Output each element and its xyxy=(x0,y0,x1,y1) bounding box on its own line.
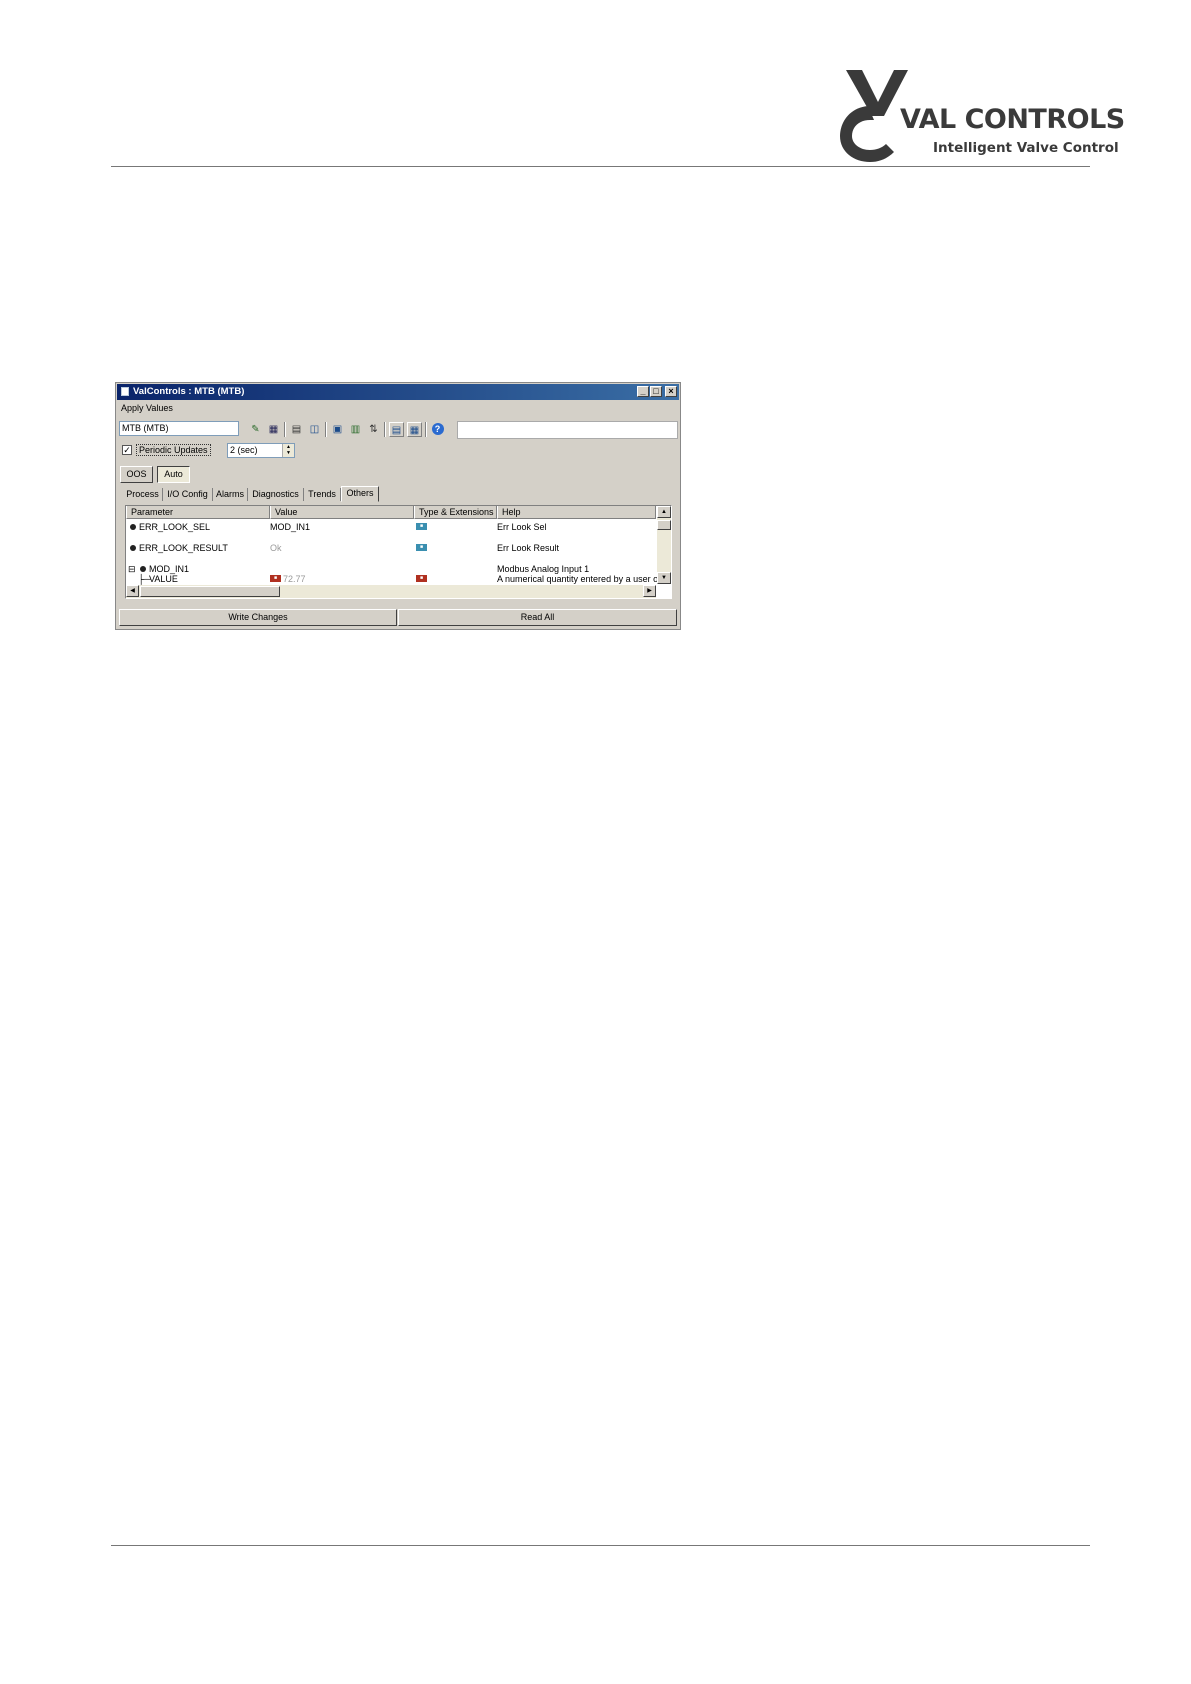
logo-brand-text: VAL CONTROLS xyxy=(900,104,1125,135)
write-changes-button[interactable]: Write Changes xyxy=(119,609,397,626)
calendar-icon[interactable]: ▤ xyxy=(289,422,304,437)
toolbar-separator xyxy=(425,422,427,437)
row-value: Ok xyxy=(270,543,282,553)
sort-icon[interactable]: ⇅ xyxy=(366,422,381,437)
parameter-bullet-icon xyxy=(130,545,136,551)
hscroll-thumb[interactable] xyxy=(140,586,280,597)
window-titlebar[interactable]: ValControls : MTB (MTB) _ □ × xyxy=(117,384,679,400)
list-view-icon[interactable]: ▤ xyxy=(389,422,404,437)
valcontrols-window: ValControls : MTB (MTB) _ □ × Apply Valu… xyxy=(115,382,681,630)
minimize-icon[interactable]: _ xyxy=(637,386,649,397)
row-value[interactable]: MOD_IN1 xyxy=(270,521,310,533)
horizontal-scrollbar[interactable]: ◀ ▶ xyxy=(126,585,656,598)
row-value[interactable]: 72.77 xyxy=(283,573,306,585)
toolbar-separator xyxy=(284,422,286,437)
val-controls-logo: VAL CONTROLS Intelligent Valve Control xyxy=(840,68,1125,164)
close-icon[interactable]: × xyxy=(665,386,677,397)
col-parameter[interactable]: Parameter xyxy=(126,506,270,519)
tab-io-config[interactable]: I/O Config xyxy=(163,488,213,501)
periodic-updates-checkbox[interactable]: ✓ xyxy=(122,445,132,455)
vertical-scrollbar[interactable]: ▲ ▼ xyxy=(657,506,671,584)
tab-alarms[interactable]: Alarms xyxy=(213,488,248,501)
tab-trends[interactable]: Trends xyxy=(304,488,341,501)
footer-divider xyxy=(111,1545,1090,1546)
maximize-icon[interactable]: □ xyxy=(650,386,662,397)
row-help: A numerical quantity entered by a user o… xyxy=(497,574,662,584)
row-parameter: ERR_LOOK_SEL xyxy=(139,522,211,532)
monitor-icon[interactable]: ▣ xyxy=(330,422,345,437)
scroll-down-icon[interactable]: ▼ xyxy=(657,572,671,584)
extension-badge-icon[interactable]: ■ xyxy=(416,544,427,551)
tab-process[interactable]: Process xyxy=(123,488,163,501)
row-help: Err Look Result xyxy=(497,543,560,553)
table-row[interactable]: ERR_LOOK_SEL MOD_IN1 ■ Err Look Sel xyxy=(126,521,656,533)
status-badge-icon: ■ xyxy=(270,575,281,582)
chart-icon[interactable]: ◫ xyxy=(307,422,322,437)
parameter-bullet-icon xyxy=(130,524,136,530)
toolbar-separator xyxy=(325,422,327,437)
interval-value: 2 (sec) xyxy=(230,445,258,455)
grid-icon[interactable]: ▦ xyxy=(266,422,281,437)
col-help[interactable]: Help xyxy=(497,506,656,519)
tab-strip: Process I/O Config Alarms Diagnostics Tr… xyxy=(123,486,672,502)
row-parameter: VALUE xyxy=(149,574,178,584)
auto-button[interactable]: Auto xyxy=(157,466,190,483)
oos-button[interactable]: OOS xyxy=(120,466,153,483)
header-divider xyxy=(111,166,1090,167)
edit-icon[interactable]: ✎ xyxy=(248,422,263,437)
detail-view-icon[interactable]: ▦ xyxy=(407,422,422,437)
app-icon xyxy=(121,387,129,396)
toolbar: MTB (MTB) ✎ ▦ ▤ ◫ ▣ ▥ ⇅ ▤ ▦ ? xyxy=(117,419,679,441)
tab-others[interactable]: Others xyxy=(341,486,379,502)
extension-badge-icon[interactable]: ■ xyxy=(416,575,427,582)
periodic-updates-label[interactable]: Periodic Updates xyxy=(136,444,211,456)
parameter-grid: Parameter Value Type & Extensions Help E… xyxy=(125,505,672,599)
read-all-button[interactable]: Read All xyxy=(398,609,677,626)
grid-header: Parameter Value Type & Extensions Help xyxy=(126,506,656,519)
table-row[interactable]: ERR_LOOK_RESULT Ok ■ Err Look Result xyxy=(126,542,656,554)
menu-apply-values[interactable]: Apply Values xyxy=(121,403,173,413)
col-type-extensions[interactable]: Type & Extensions xyxy=(414,506,497,519)
scroll-thumb[interactable] xyxy=(657,520,671,530)
row-help: Err Look Sel xyxy=(497,522,547,532)
window-title: ValControls : MTB (MTB) xyxy=(133,386,245,397)
toolbar-blank-area xyxy=(457,421,678,439)
scroll-up-icon[interactable]: ▲ xyxy=(657,506,671,518)
toolbar-separator xyxy=(384,422,386,437)
interval-spinner[interactable]: 2 (sec) ▲ ▼ xyxy=(227,443,295,458)
device-field[interactable]: MTB (MTB) xyxy=(119,421,239,436)
logo-tagline: Intelligent Valve Control xyxy=(933,140,1119,156)
help-icon[interactable]: ? xyxy=(430,422,445,437)
row-parameter: ERR_LOOK_RESULT xyxy=(139,543,228,553)
tab-diagnostics[interactable]: Diagnostics xyxy=(248,488,304,501)
scroll-right-icon[interactable]: ▶ xyxy=(643,585,656,597)
col-value[interactable]: Value xyxy=(270,506,414,519)
scroll-left-icon[interactable]: ◀ xyxy=(126,585,139,597)
table-row[interactable]: ├─ VALUE ■ 72.77 ■ A numerical quantity … xyxy=(126,573,661,585)
extension-badge-icon[interactable]: ■ xyxy=(416,523,427,530)
spinner-arrows-icon[interactable]: ▲ ▼ xyxy=(282,444,294,457)
parameter-bullet-icon xyxy=(140,566,146,572)
export-icon[interactable]: ▥ xyxy=(348,422,363,437)
